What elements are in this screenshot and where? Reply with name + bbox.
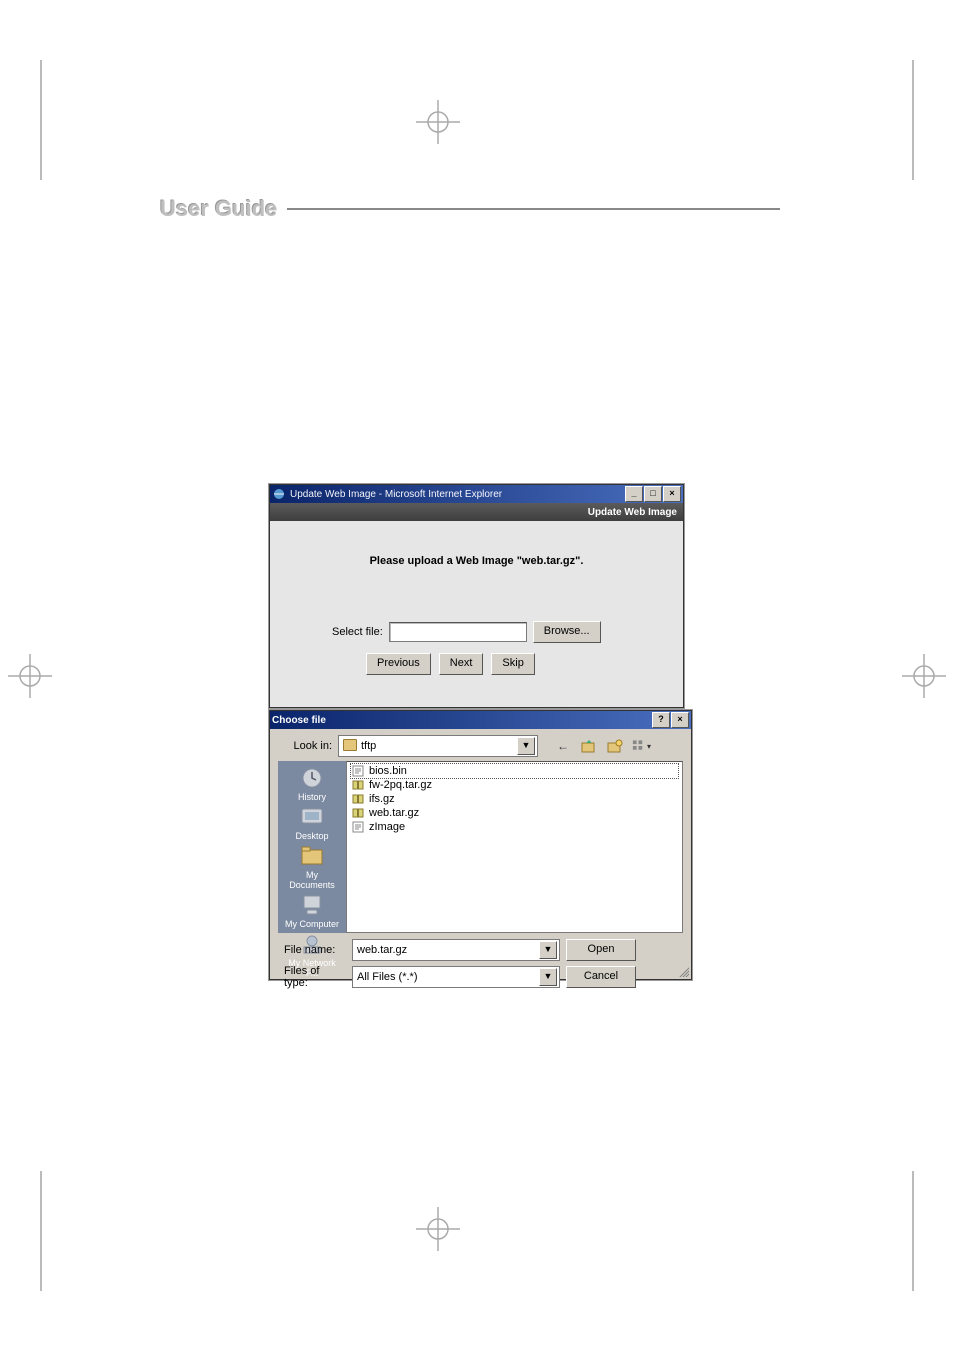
crop-mark <box>912 1171 914 1291</box>
list-item[interactable]: zImage <box>351 820 678 834</box>
list-item[interactable]: bios.bin <box>351 764 678 778</box>
maximize-button[interactable]: □ <box>644 486 662 502</box>
choose-file-titlebar[interactable]: Choose file ? × <box>270 711 691 729</box>
ie-logo-icon <box>272 487 286 501</box>
file-name: zImage <box>369 820 405 834</box>
crop-mark <box>912 60 914 180</box>
file-icon <box>351 820 365 834</box>
file-list[interactable]: bios.bin fw-2pq.tar.gz ifs.gz <box>346 761 683 933</box>
ie-window-title: Update Web Image - Microsoft Internet Ex… <box>290 489 502 500</box>
place-label: My Documents <box>289 870 335 890</box>
history-icon <box>296 765 328 791</box>
place-label: History <box>298 792 326 802</box>
choose-file-dialog: Choose file ? × Look in: tftp ▼ ← <box>269 710 692 980</box>
archive-icon <box>351 792 365 806</box>
skip-button[interactable]: Skip <box>491 653 534 675</box>
ie-titlebar[interactable]: Update Web Image - Microsoft Internet Ex… <box>270 485 683 503</box>
registration-target-icon <box>902 654 946 698</box>
resize-grip-icon[interactable] <box>677 965 689 977</box>
archive-icon <box>351 778 365 792</box>
back-icon[interactable]: ← <box>552 735 574 757</box>
help-button[interactable]: ? <box>652 712 670 728</box>
chevron-down-icon[interactable]: ▼ <box>539 968 557 986</box>
file-name: fw-2pq.tar.gz <box>369 778 432 792</box>
close-button[interactable]: × <box>671 712 689 728</box>
ie-body: Please upload a Web Image "web.tar.gz". … <box>270 521 683 707</box>
upload-instruction: Please upload a Web Image "web.tar.gz". <box>270 555 683 567</box>
folder-icon <box>343 739 357 754</box>
select-file-input[interactable] <box>389 622 527 642</box>
page-title: User Guide <box>160 196 277 222</box>
section-title-bar: Update Web Image <box>270 503 683 521</box>
places-mycomputer[interactable]: My Computer <box>282 892 342 929</box>
views-icon[interactable]: ▾ <box>630 735 652 757</box>
file-name: ifs.gz <box>369 792 395 806</box>
next-button[interactable]: Next <box>439 653 484 675</box>
registration-target-icon <box>8 654 52 698</box>
look-in-row: Look in: tftp ▼ ← <box>278 735 683 757</box>
ie-window: Update Web Image - Microsoft Internet Ex… <box>269 484 684 708</box>
file-icon <box>351 764 365 778</box>
look-in-label: Look in: <box>278 740 332 752</box>
chevron-down-icon[interactable]: ▼ <box>539 941 557 959</box>
files-of-type-label: Files of type: <box>278 965 346 989</box>
section-title: Update Web Image <box>588 507 677 518</box>
archive-icon <box>351 806 365 820</box>
places-desktop[interactable]: Desktop <box>282 804 342 841</box>
select-file-label: Select file: <box>332 626 383 638</box>
browse-button[interactable]: Browse... <box>533 621 601 643</box>
file-name-label: File name: <box>278 944 346 956</box>
file-name-input[interactable]: web.tar.gz ▼ <box>352 939 560 961</box>
wizard-buttons: Previous Next Skip <box>366 653 535 675</box>
mydocuments-icon <box>296 843 328 869</box>
screenshot-area: Update Web Image - Microsoft Internet Ex… <box>269 484 692 977</box>
files-of-type-value: All Files (*.*) <box>357 971 418 983</box>
list-item[interactable]: ifs.gz <box>351 792 678 806</box>
desktop-icon <box>296 804 328 830</box>
up-one-level-icon[interactable] <box>578 735 600 757</box>
chevron-down-icon[interactable]: ▼ <box>517 737 535 755</box>
close-button[interactable]: × <box>663 486 681 502</box>
list-item[interactable]: web.tar.gz <box>351 806 678 820</box>
file-name: web.tar.gz <box>369 806 419 820</box>
minimize-button[interactable]: _ <box>625 486 643 502</box>
look-in-dropdown[interactable]: tftp ▼ <box>338 735 538 757</box>
look-in-value: tftp <box>361 740 376 752</box>
registration-target-icon <box>416 1207 460 1251</box>
places-bar: History Desktop My Documents <box>278 761 346 933</box>
file-name-value: web.tar.gz <box>357 944 407 956</box>
registration-target-icon <box>416 100 460 144</box>
crop-mark <box>40 60 42 180</box>
crop-mark <box>40 1171 42 1291</box>
places-mydocuments[interactable]: My Documents <box>282 843 342 890</box>
place-label: My Computer <box>285 919 339 929</box>
open-button[interactable]: Open <box>566 939 636 961</box>
choose-file-body: Look in: tftp ▼ ← <box>270 729 691 995</box>
page-header-row: User Guide <box>160 196 780 222</box>
mycomputer-icon <box>296 892 328 918</box>
list-item[interactable]: fw-2pq.tar.gz <box>351 778 678 792</box>
new-folder-icon[interactable] <box>604 735 626 757</box>
choose-file-title: Choose file <box>272 715 326 726</box>
select-file-row: Select file: Browse... <box>332 621 601 643</box>
cancel-button[interactable]: Cancel <box>566 966 636 988</box>
header-divider <box>287 208 780 210</box>
place-label: Desktop <box>295 831 328 841</box>
files-of-type-dropdown[interactable]: All Files (*.*) ▼ <box>352 966 560 988</box>
places-history[interactable]: History <box>282 765 342 802</box>
file-name: bios.bin <box>369 764 407 778</box>
previous-button[interactable]: Previous <box>366 653 431 675</box>
